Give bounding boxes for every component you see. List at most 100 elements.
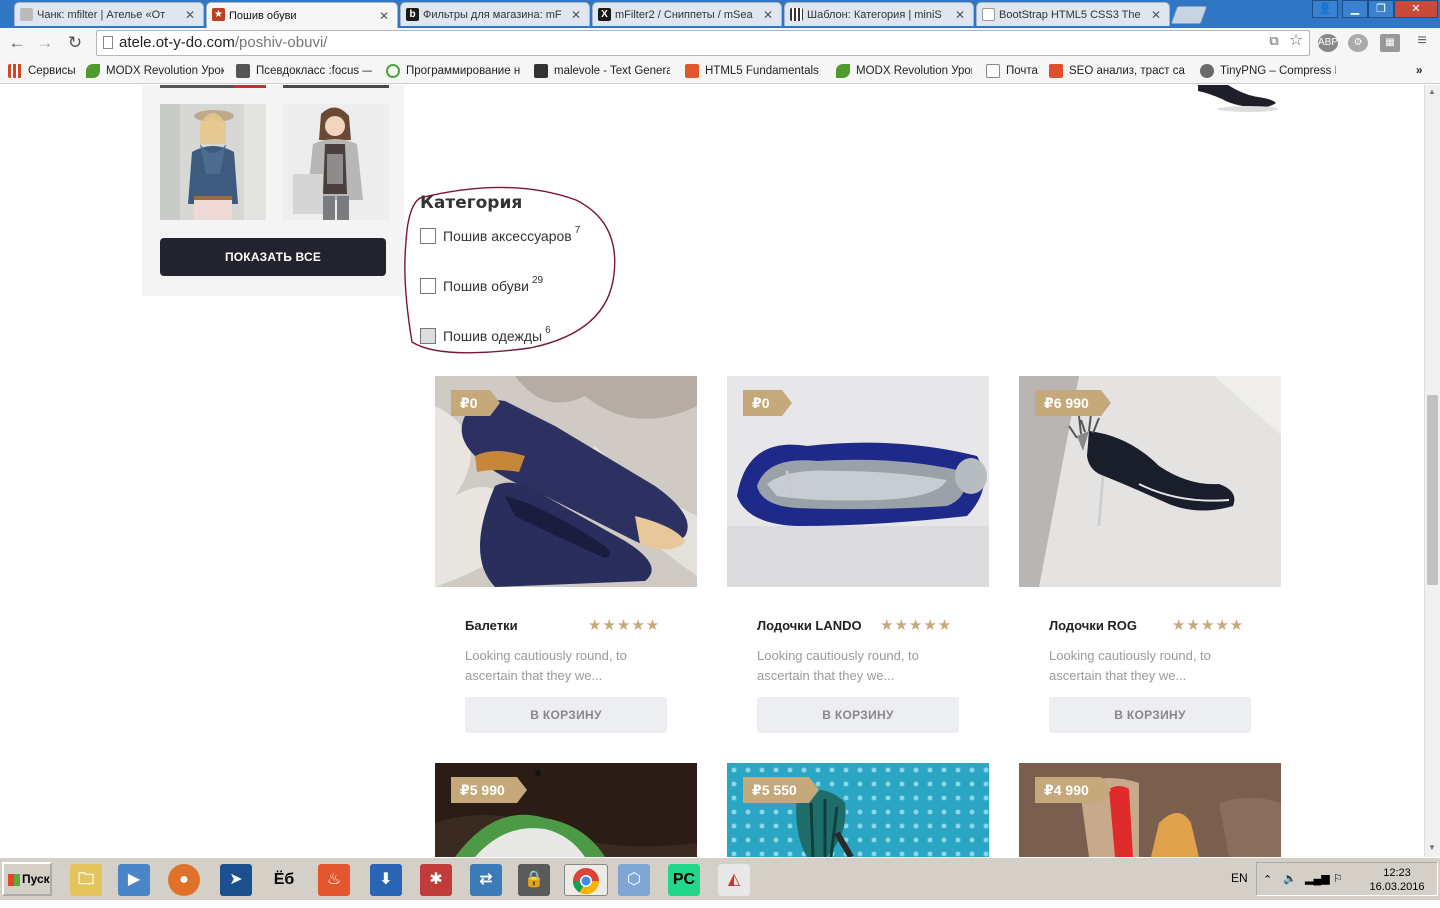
user-icon[interactable]: 👤	[1312, 0, 1338, 18]
chevron-up-icon[interactable]: ⌃	[1263, 873, 1272, 886]
tab-template-category[interactable]: Шаблон: Категория | miniS ✕	[784, 2, 974, 26]
add-to-cart-button[interactable]: В КОРЗИНУ	[1049, 697, 1251, 733]
product-description: Looking cautiously round, to ascertain t…	[757, 648, 919, 683]
bird-icon	[1049, 64, 1063, 78]
close-icon[interactable]: ✕	[569, 8, 583, 22]
restore-button[interactable]: ❐	[1368, 0, 1394, 18]
extension-icon[interactable]: ▦	[1380, 34, 1400, 52]
product-card: ₽0 Лодочки LANDO ★★★★★ Looking cautiousl…	[727, 376, 989, 736]
new-tab-button[interactable]	[1170, 6, 1208, 24]
product-name[interactable]: Лодочки LANDO	[757, 618, 862, 633]
checkbox[interactable]	[420, 328, 436, 344]
adblock-icon[interactable]: ABP	[1318, 34, 1338, 52]
close-icon[interactable]: ✕	[183, 8, 197, 22]
close-icon[interactable]: ✕	[1149, 8, 1163, 22]
gallery-thumb-model-denim[interactable]	[160, 104, 266, 220]
x-icon: X	[598, 8, 611, 21]
page-viewport: ПОКАЗАТЬ ВСЕ Категория Пошив аксессуаров…	[0, 85, 1424, 857]
leaf-icon	[836, 64, 850, 78]
bug-tool-icon[interactable]: ✱	[420, 864, 452, 896]
firefox-icon[interactable]: ●	[168, 864, 200, 896]
forward-arrow-icon[interactable]: →	[34, 32, 56, 54]
photoshop-download-icon[interactable]: ⬇	[370, 864, 402, 896]
reload-icon[interactable]: ↻	[64, 32, 86, 54]
scroll-down-arrow-icon[interactable]: ▼	[1428, 843, 1436, 852]
start-button[interactable]: Пуск	[2, 862, 52, 896]
network-tool-icon[interactable]: ⇄	[470, 864, 502, 896]
network-signal-icon[interactable]: ▂▄▆	[1305, 872, 1330, 885]
address-bar[interactable]: atele.ot-y-do.com/poshiv-obuvi/	[96, 30, 1310, 56]
filter-option-clothing[interactable]: Пошив одежды 6	[420, 325, 551, 346]
gallery-thumb-model-cardigan[interactable]	[283, 104, 389, 220]
bookmark-item[interactable]: TinyPNG – Compress PN	[1200, 63, 1336, 79]
bookmark-item[interactable]: Сервисы	[8, 63, 76, 79]
b-icon: b	[406, 8, 419, 21]
plus-icon	[685, 64, 699, 78]
scroll-up-arrow-icon[interactable]: ▲	[1428, 87, 1436, 96]
more-bookmarks-icon[interactable]: »	[1412, 63, 1422, 79]
media-player-icon[interactable]: ▶	[118, 864, 150, 896]
lock-app-icon[interactable]: 🔒	[518, 864, 550, 896]
tab-poshiv-obuvi[interactable]: ★ Пошив обуви ✕	[206, 2, 398, 28]
add-to-cart-button[interactable]: В КОРЗИНУ	[757, 697, 959, 733]
tab-filters-shop[interactable]: b Фильтры для магазина: mF ✕	[400, 2, 590, 26]
bars-icon	[790, 8, 803, 21]
page-icon	[982, 8, 995, 21]
bookmark-item[interactable]: MODX Revolution Урок	[86, 63, 224, 79]
language-indicator[interactable]: EN	[1231, 871, 1248, 885]
back-arrow-icon[interactable]: ←	[6, 32, 28, 54]
show-all-button[interactable]: ПОКАЗАТЬ ВСЕ	[160, 238, 386, 276]
clock[interactable]: 12:23 16.03.2016	[1357, 866, 1437, 894]
close-icon[interactable]: ✕	[761, 8, 775, 22]
virtualbox-icon[interactable]: ⬡	[618, 864, 650, 896]
explorer-icon[interactable]: 🗀	[70, 864, 102, 896]
pycharm-icon[interactable]: PC	[668, 864, 700, 896]
chart-app-icon[interactable]: ◭	[718, 864, 750, 896]
bookmark-item[interactable]: malevole - Text Genera	[534, 63, 670, 79]
minimize-button[interactable]: ▁	[1342, 0, 1368, 18]
product-name[interactable]: Балетки	[465, 618, 518, 633]
filter-title: Категория	[420, 193, 523, 213]
filter-option-shoes[interactable]: Пошив обуви 29	[420, 275, 543, 296]
page-icon	[986, 64, 1000, 78]
flag-icon[interactable]: ⚐	[1333, 872, 1343, 885]
scrollbar-thumb[interactable]	[1427, 395, 1438, 585]
price-tag: ₽4 990	[1035, 777, 1111, 803]
cursor-app-icon[interactable]: ➤	[220, 864, 252, 896]
filter-option-label: Пошив одежды	[443, 328, 543, 344]
bookmark-item[interactable]: Псевдокласс :focus — (	[236, 63, 372, 79]
leaf-icon	[86, 64, 100, 78]
punto-switcher-icon[interactable]: Ёб	[268, 864, 300, 896]
close-icon[interactable]: ✕	[953, 8, 967, 22]
tab-mfilter-chunk[interactable]: Чанк: mfilter | Ателье «От ✕	[14, 2, 204, 26]
bookmark-item[interactable]: HTML5 Fundamentals -	[685, 63, 821, 79]
tab-bootstrap-theme[interactable]: BootStrap HTML5 CSS3 The ✕	[976, 2, 1170, 26]
price-tag: ₽6 990	[1035, 390, 1111, 416]
translate-icon[interactable]: ⧉	[1266, 33, 1282, 49]
menu-icon[interactable]: ≡	[1414, 33, 1430, 49]
burning-app-icon[interactable]: ♨	[318, 864, 350, 896]
filter-option-accessories[interactable]: Пошив аксессуаров 7	[420, 225, 580, 246]
product-name[interactable]: Лодочки ROG	[1049, 618, 1137, 633]
close-icon[interactable]: ✕	[377, 9, 391, 23]
bookmark-item[interactable]: Почта	[986, 63, 1040, 79]
page-icon	[20, 8, 33, 21]
bookmark-item[interactable]: MODX Revolution Урок	[836, 63, 972, 79]
bookmark-item[interactable]: SEO анализ, траст сай	[1049, 63, 1185, 79]
checkbox[interactable]	[420, 228, 436, 244]
chrome-icon[interactable]	[564, 864, 608, 896]
gallery-edge	[283, 85, 389, 88]
gallery-edge	[160, 85, 266, 88]
bookmark-star-icon[interactable]: ☆	[1288, 33, 1304, 49]
close-window-button[interactable]: ✕	[1394, 0, 1438, 18]
bookmark-item[interactable]: Программирование на	[386, 63, 520, 79]
shield-icon	[236, 64, 250, 78]
price-tag: ₽0	[451, 390, 499, 416]
add-to-cart-button[interactable]: В КОРЗИНУ	[465, 697, 667, 733]
tab-mfilter2-snippets[interactable]: X mFilter2 / Сниппеты / mSea ✕	[592, 2, 782, 26]
extension-icon[interactable]: ⚙	[1348, 34, 1368, 52]
speaker-icon[interactable]: 🔈	[1283, 872, 1297, 885]
rating-stars-icon: ★★★★★	[880, 617, 953, 634]
page-scrollbar[interactable]: ▲ ▼	[1424, 85, 1440, 857]
checkbox[interactable]	[420, 278, 436, 294]
